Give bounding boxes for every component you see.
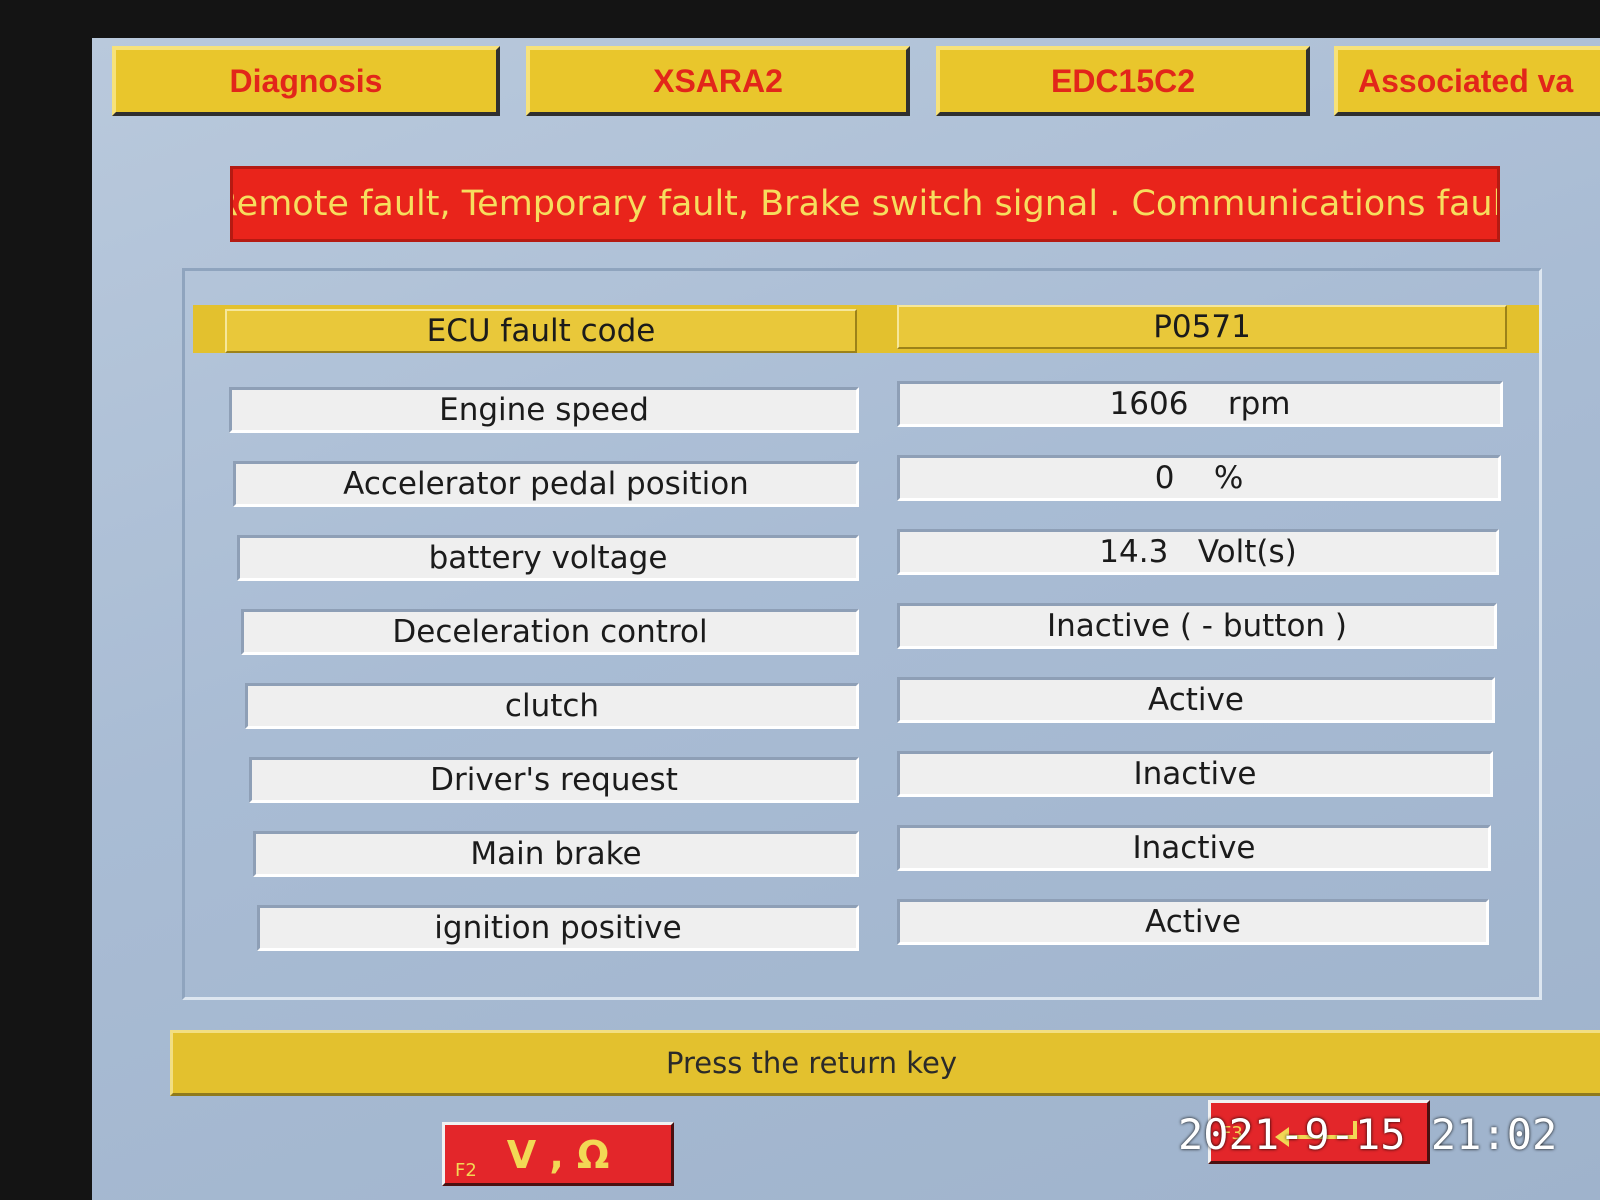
param-value-clutch: Active xyxy=(897,677,1495,723)
tab-associated-values[interactable]: Associated va xyxy=(1334,46,1600,116)
ecu-fault-code-value: P0571 xyxy=(897,305,1507,349)
top-tab-bar: Diagnosis XSARA2 EDC15C2 Associated va xyxy=(112,46,1600,128)
param-label-battery-voltage: battery voltage xyxy=(237,535,859,581)
ecu-fault-code-label: ECU fault code xyxy=(225,309,857,353)
tab-diagnosis[interactable]: Diagnosis xyxy=(112,46,500,116)
param-label-main-brake: Main brake xyxy=(253,831,859,877)
diagnostic-screen: Diagnosis XSARA2 EDC15C2 Associated va R… xyxy=(92,38,1600,1200)
parameters-panel: ECU fault code P0571 Engine speed 1606 r… xyxy=(182,268,1542,1000)
param-label-ignition-positive: ignition positive xyxy=(257,905,859,951)
param-label-accelerator-pedal: Accelerator pedal position xyxy=(233,461,859,507)
param-value-main-brake: Inactive xyxy=(897,825,1491,871)
tab-ecu-edc15c2[interactable]: EDC15C2 xyxy=(936,46,1310,116)
param-label-deceleration-control: Deceleration control xyxy=(241,609,859,655)
photo-timestamp: 2021-9-15 21:02 xyxy=(1178,1110,1558,1159)
param-value-accelerator-pedal: 0 % xyxy=(897,455,1501,501)
param-value-drivers-request: Inactive xyxy=(897,751,1493,797)
footer-message: Press the return key xyxy=(665,1046,957,1080)
tab-vehicle-xsara2[interactable]: XSARA2 xyxy=(526,46,910,116)
param-value-battery-voltage: 14.3 Volt(s) xyxy=(897,529,1499,575)
volt-ohm-symbol: V , Ω xyxy=(506,1133,610,1177)
param-label-drivers-request: Driver's request xyxy=(249,757,859,803)
f2-voltmeter-button[interactable]: F2 V , Ω xyxy=(442,1122,674,1186)
param-value-deceleration-control: Inactive ( - button ) xyxy=(897,603,1497,649)
param-label-clutch: clutch xyxy=(245,683,859,729)
param-value-ignition-positive: Active xyxy=(897,899,1489,945)
param-value-engine-speed: 1606 rpm xyxy=(897,381,1503,427)
fault-banner-text: Remote fault, Temporary fault, Brake swi… xyxy=(230,184,1500,224)
footer-message-bar: Press the return key xyxy=(170,1030,1600,1096)
fault-banner: Remote fault, Temporary fault, Brake swi… xyxy=(230,166,1500,242)
param-label-engine-speed: Engine speed xyxy=(229,387,859,433)
